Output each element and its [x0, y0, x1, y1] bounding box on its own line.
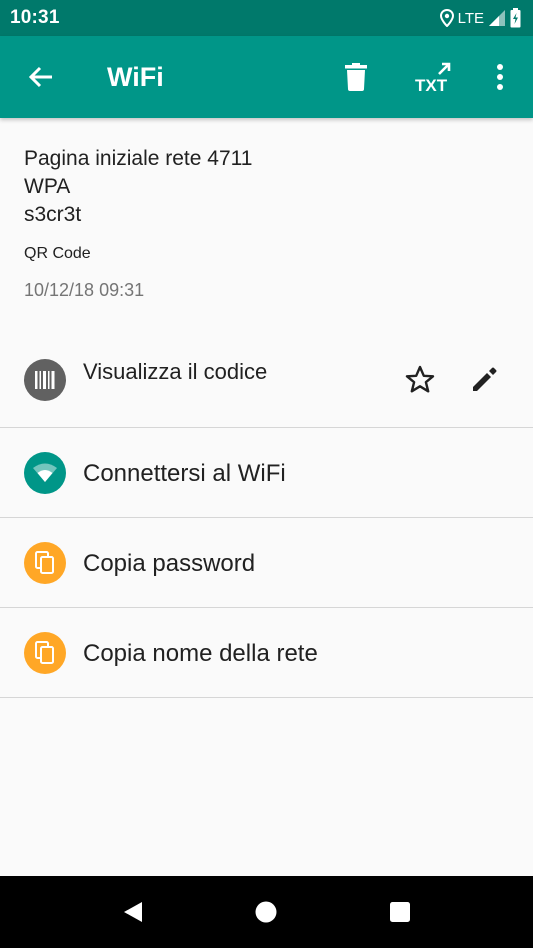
network-type: LTE — [457, 9, 484, 27]
status-bar: 10:31 LTE — [0, 0, 533, 36]
scan-details: Pagina iniziale rete 4711 WPA s3cr3t QR … — [24, 145, 509, 301]
divider — [0, 697, 533, 698]
edit-pencil-icon[interactable] — [470, 364, 500, 394]
copy-network-name-row[interactable]: Copia nome della rete — [0, 608, 533, 698]
connect-wifi-label: Connettersi al WiFi — [83, 460, 286, 487]
app-bar: WiFi TXT — [0, 36, 533, 118]
code-format: QR Code — [24, 245, 91, 262]
wifi-icon — [24, 452, 66, 494]
recents-square-icon[interactable] — [386, 898, 414, 926]
back-arrow-icon[interactable] — [24, 60, 58, 94]
delete-icon[interactable] — [342, 60, 370, 94]
copy-icon — [24, 542, 66, 584]
location-icon — [439, 9, 454, 27]
copy-password-label: Copia password — [83, 550, 256, 577]
scan-timestamp: 10/12/18 09:31 — [24, 280, 145, 300]
signal-icon — [489, 10, 505, 26]
scan-content-line: s3cr3t — [24, 203, 82, 226]
scan-content-line: Pagina iniziale rete 4711 — [24, 147, 253, 170]
battery-icon — [510, 8, 521, 28]
page-title: WiFi — [107, 62, 164, 92]
home-circle-icon[interactable] — [252, 898, 280, 926]
txt-export-icon[interactable]: TXT — [413, 60, 453, 94]
copy-icon — [24, 632, 66, 674]
back-triangle-icon[interactable] — [119, 898, 147, 926]
copy-password-row[interactable]: Copia password — [0, 518, 533, 608]
status-icons: LTE — [439, 7, 521, 29]
connect-wifi-row[interactable]: Connettersi al WiFi — [0, 428, 533, 518]
more-vert-icon[interactable] — [490, 60, 510, 94]
svg-text:TXT: TXT — [415, 76, 448, 93]
barcode-icon — [24, 359, 66, 401]
status-time: 10:31 — [10, 7, 60, 28]
copy-network-name-label: Copia nome della rete — [83, 640, 318, 667]
view-code-row[interactable]: Visualizza il codice — [0, 335, 533, 425]
navigation-bar — [0, 876, 533, 948]
scan-content-line: WPA — [24, 175, 71, 198]
view-code-label: Visualizza il codice — [83, 359, 268, 384]
star-outline-icon[interactable] — [404, 364, 436, 396]
